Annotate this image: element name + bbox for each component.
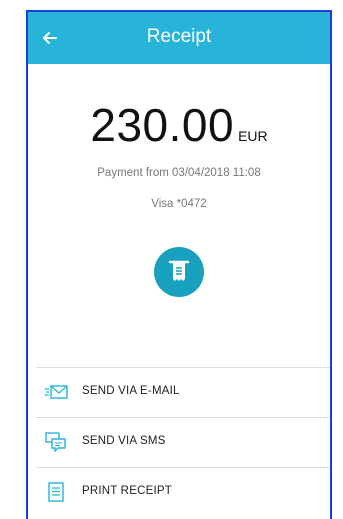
card-info: Visa *0472 bbox=[151, 198, 207, 210]
send-email-button[interactable]: SEND VIA E-MAIL bbox=[36, 367, 330, 416]
email-icon bbox=[45, 385, 68, 399]
send-sms-label: SEND VIA SMS bbox=[82, 435, 166, 447]
payment-currency: EUR bbox=[238, 128, 268, 144]
sms-icon bbox=[45, 432, 66, 452]
print-receipt-icon bbox=[48, 482, 64, 502]
send-sms-button[interactable]: SEND VIA SMS bbox=[36, 417, 330, 466]
payment-description: Payment from 03/04/2018 11:08 bbox=[97, 167, 261, 179]
page-title: Receipt bbox=[146, 26, 212, 47]
payment-amount-row: 230.00 EUR bbox=[28, 98, 330, 152]
receipt-screen: Receipt 230.00 EUR Payment from 03/04/201… bbox=[26, 10, 332, 519]
print-receipt-button[interactable]: PRINT RECEIPT bbox=[36, 467, 330, 516]
payment-amount: 230.00 bbox=[90, 99, 235, 151]
app-header: Receipt bbox=[28, 12, 330, 64]
print-receipt-label: PRINT RECEIPT bbox=[82, 485, 172, 497]
receipt-button[interactable] bbox=[154, 247, 204, 297]
receipt-icon bbox=[168, 260, 190, 281]
send-email-label: SEND VIA E-MAIL bbox=[82, 385, 180, 397]
